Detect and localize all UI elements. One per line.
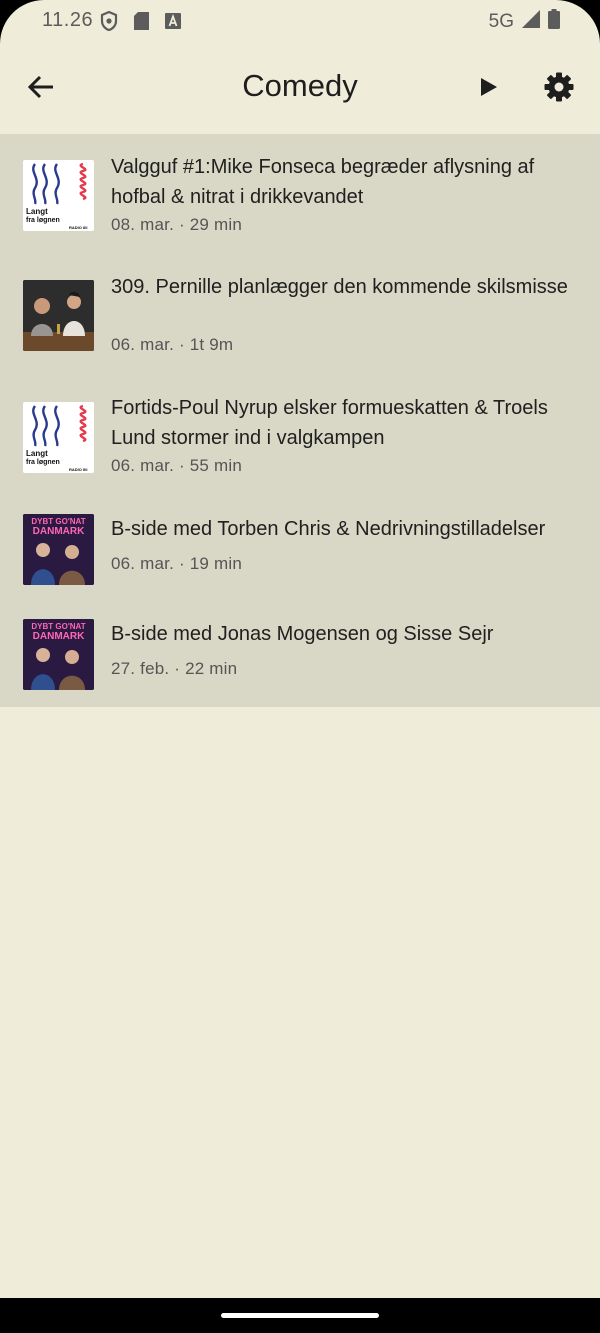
- top-app-bar: Comedy: [0, 42, 600, 134]
- episode-title: Valgguf #1:Mike Fonseca begræder aflysni…: [111, 156, 535, 208]
- podcast-thumbnail: Langt fra løgnen RADIO IIII: [23, 160, 94, 231]
- status-bar: 11.26 5G: [0, 0, 600, 42]
- art-line-2: fra løgnen: [26, 459, 60, 466]
- art-line-2: DANMARK: [33, 526, 85, 537]
- episode-date: 08. mar.: [111, 215, 175, 234]
- episode-meta: 06. mar. · 55 min: [111, 456, 242, 476]
- episode-meta: 06. mar. · 1t 9m: [111, 335, 233, 355]
- episode-item[interactable]: DYBT GO'NAT DANMARK B-side med Jonas Mog…: [0, 602, 600, 707]
- episode-title: B-side med Torben Chris & Nedrivningstil…: [111, 518, 546, 540]
- art-line-1: DYBT GO'NAT: [31, 622, 85, 631]
- network-type: 5G: [488, 10, 514, 32]
- episode-date: 06. mar.: [111, 554, 175, 573]
- status-icons-right: 5G: [489, 9, 560, 34]
- sd-card-icon: [134, 12, 149, 35]
- podcast-thumbnail: DYBT GO'NAT DANMARK: [23, 514, 94, 585]
- episode-duration: 29 min: [189, 215, 243, 234]
- art-line-2: fra løgnen: [26, 217, 60, 224]
- episode-date: 06. mar.: [111, 456, 175, 475]
- play-icon: [480, 77, 498, 102]
- battery-icon: [548, 9, 560, 34]
- meta-separator: ·: [178, 456, 185, 475]
- episode-date: 27. feb.: [111, 659, 170, 678]
- meta-separator: ·: [178, 215, 185, 234]
- episode-title: Fortids-Poul Nyrup elsker formueskatten …: [111, 397, 548, 449]
- episode-date: 06. mar.: [111, 335, 175, 354]
- episode-item[interactable]: Langt fra løgnen RADIO IIII Valgguf #1:M…: [0, 134, 600, 255]
- episode-meta: 08. mar. · 29 min: [111, 215, 242, 235]
- episode-item[interactable]: Langt fra løgnen RADIO IIII Fortids-Poul…: [0, 376, 600, 497]
- settings-button[interactable]: [536, 66, 582, 112]
- gear-icon: [544, 72, 574, 107]
- art-line-3: RADIO IIII: [69, 225, 87, 230]
- meta-separator: ·: [178, 335, 185, 354]
- episode-list: Langt fra løgnen RADIO IIII Valgguf #1:M…: [0, 134, 600, 707]
- episode-duration: 19 min: [189, 554, 243, 573]
- meta-separator: ·: [174, 659, 181, 678]
- meta-separator: ·: [178, 554, 185, 573]
- podcast-thumbnail: [23, 280, 94, 351]
- shield-icon: [100, 10, 118, 36]
- podcast-thumbnail: DYBT GO'NAT DANMARK: [23, 619, 94, 690]
- status-time: 11.26: [42, 9, 94, 31]
- art-line-1: DYBT GO'NAT: [31, 517, 85, 526]
- episode-meta: 06. mar. · 19 min: [111, 554, 242, 574]
- episode-duration: 1t 9m: [189, 335, 234, 354]
- podcast-thumbnail: Langt fra løgnen RADIO IIII: [23, 402, 94, 473]
- play-all-button[interactable]: [466, 66, 512, 112]
- episode-title: 309. Pernille planlægger den kommende sk…: [111, 276, 568, 298]
- font-a-icon: [165, 13, 181, 34]
- episode-title: B-side med Jonas Mogensen og Sisse Sejr: [111, 623, 494, 645]
- episode-item[interactable]: DYBT GO'NAT DANMARK B-side med Torben Ch…: [0, 497, 600, 602]
- gesture-handle[interactable]: [221, 1313, 379, 1318]
- app-screen: 11.26 5G Comedy Langt fra løgnen RADIO I…: [0, 0, 600, 1333]
- status-icons-left: [100, 10, 181, 36]
- episode-meta: 27. feb. · 22 min: [111, 659, 237, 679]
- art-line-1: Langt: [26, 449, 48, 458]
- system-nav-bar: [0, 1298, 600, 1333]
- art-line-2: DANMARK: [33, 631, 85, 642]
- art-line-1: Langt: [26, 207, 48, 216]
- episode-duration: 55 min: [189, 456, 243, 475]
- episode-duration: 22 min: [185, 659, 238, 678]
- episode-item[interactable]: 309. Pernille planlægger den kommende sk…: [0, 255, 600, 376]
- art-line-3: RADIO IIII: [69, 467, 87, 472]
- signal-icon: [522, 10, 540, 33]
